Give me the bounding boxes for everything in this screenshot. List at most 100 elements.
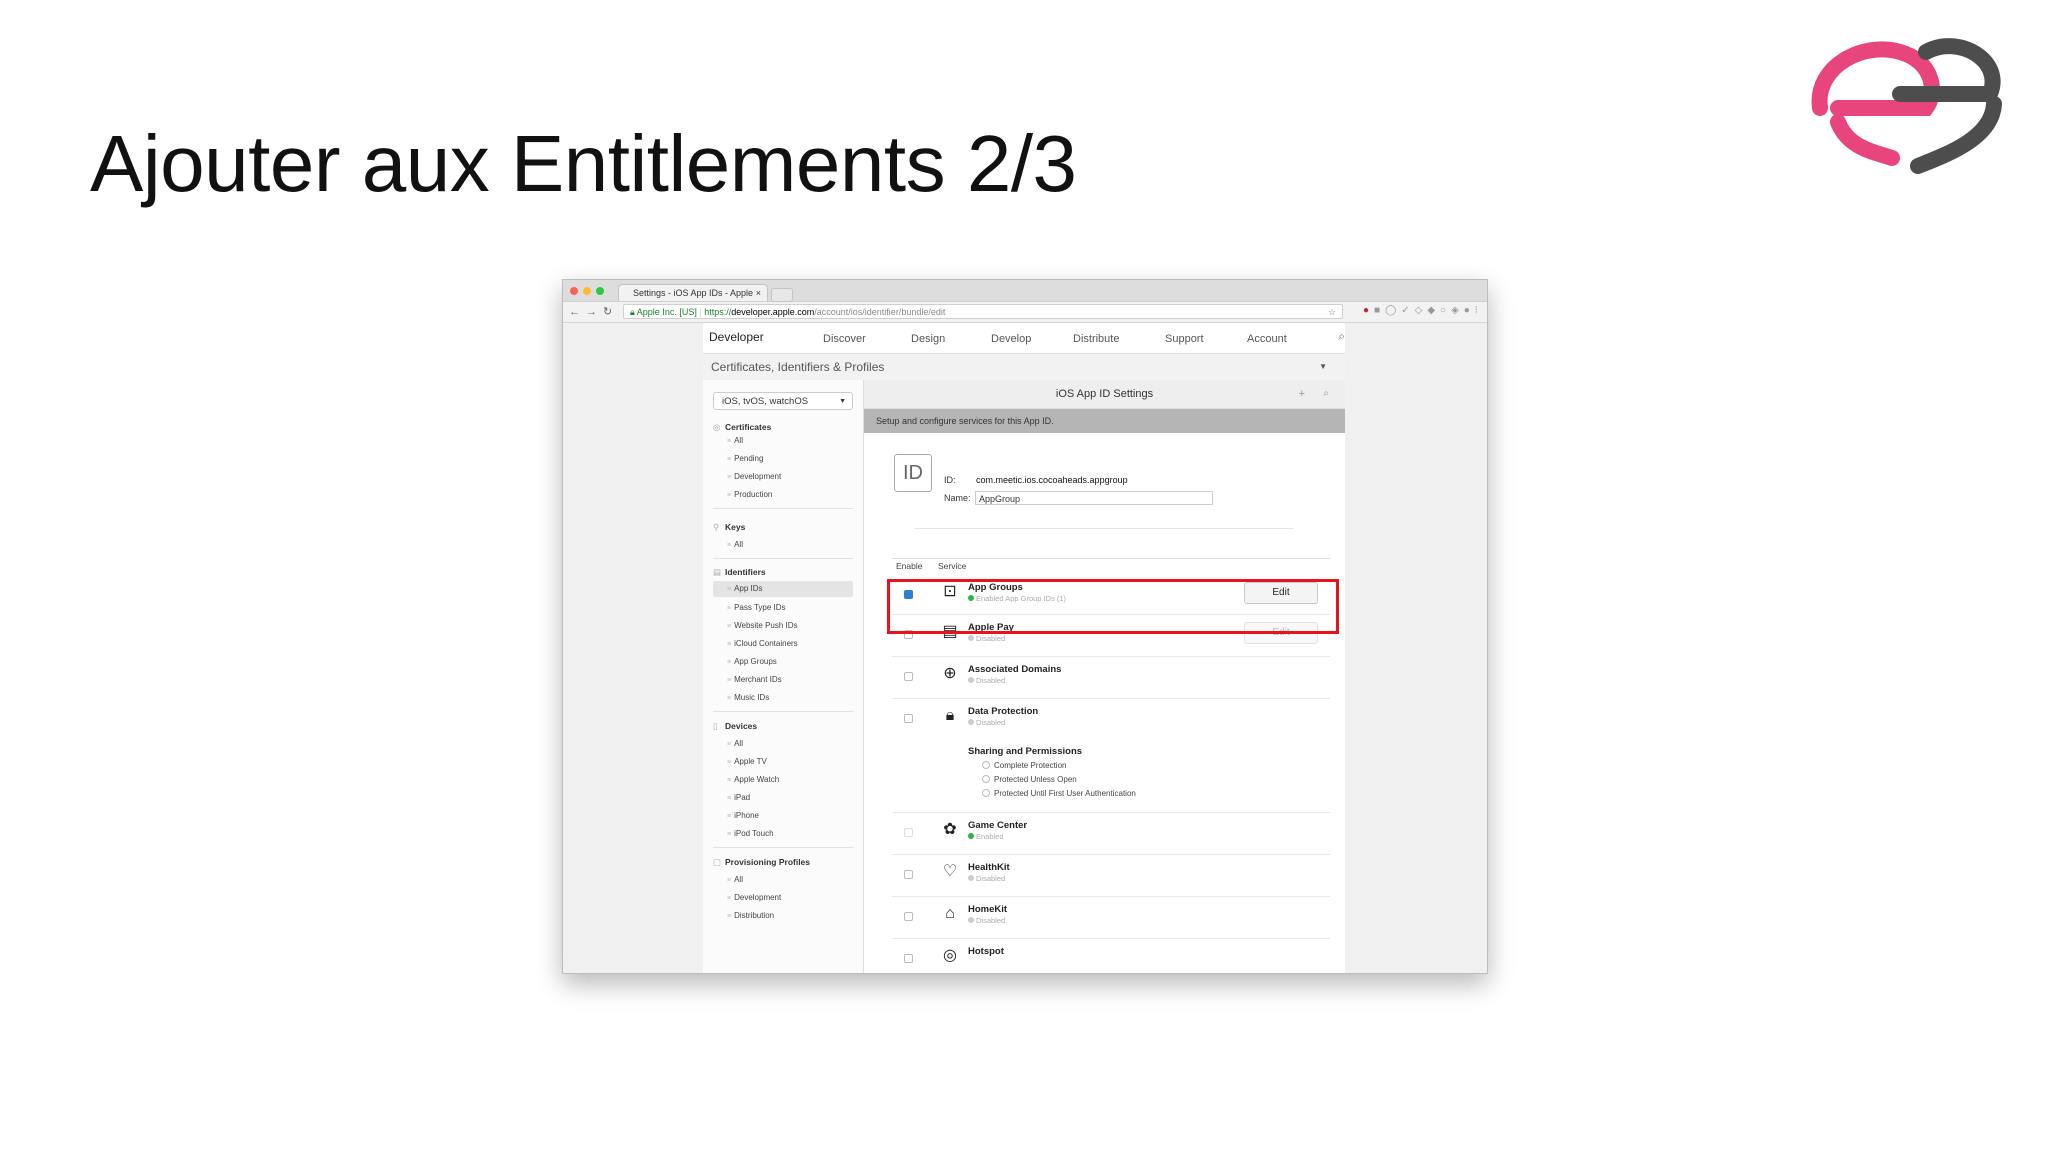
sidebar-item-production[interactable]: Production xyxy=(727,490,772,499)
game-center-icon: ✿ xyxy=(943,821,957,838)
maximize-window-button[interactable] xyxy=(596,287,604,295)
sidebar-item-keys-all[interactable]: All xyxy=(727,540,743,549)
service-name: HomeKit xyxy=(968,904,1008,915)
sidebar-divider xyxy=(713,508,853,509)
sidebar-section-devices[interactable]: ▯ Devices xyxy=(713,721,757,732)
enable-checkbox-associated-domains[interactable] xyxy=(904,672,913,681)
sidebar-item-app-groups[interactable]: App Groups xyxy=(727,657,777,666)
homekit-icon: ⌂ xyxy=(945,905,955,922)
sidebar-divider xyxy=(713,847,853,848)
platform-select[interactable]: iOS, tvOS, watchOS ▼ xyxy=(713,392,853,410)
service-name: Data Protection xyxy=(968,706,1039,717)
nav-discover[interactable]: Discover xyxy=(823,333,866,345)
enable-checkbox-data-protection[interactable] xyxy=(904,714,913,723)
add-icon[interactable]: + xyxy=(1299,380,1305,408)
nav-distribute[interactable]: Distribute xyxy=(1073,333,1119,345)
enable-checkbox-healthkit[interactable] xyxy=(904,870,913,879)
name-label: Name: xyxy=(944,493,971,503)
sidebar-item-certificates-all[interactable]: All xyxy=(727,436,743,445)
services-table-header: Enable Service xyxy=(892,558,1330,571)
sidebar-divider xyxy=(713,558,853,559)
sidebar-item-profiles-distribution[interactable]: Distribution xyxy=(727,911,774,920)
main-header: iOS App ID Settings + ⌕ xyxy=(864,380,1345,409)
status-dot-icon xyxy=(968,677,974,683)
reload-icon[interactable]: ↻ xyxy=(603,306,618,318)
back-icon[interactable]: ← xyxy=(569,306,586,318)
enable-checkbox-hotspot[interactable] xyxy=(904,954,913,963)
service-status: Disabled xyxy=(968,676,1005,685)
radio-complete-protection[interactable]: Complete Protection xyxy=(982,761,1066,770)
sidebar-section-certificates[interactable]: ◎ Certificates xyxy=(713,422,771,433)
platform-select-value: iOS, tvOS, watchOS xyxy=(722,396,809,407)
divider xyxy=(914,528,1294,529)
enable-checkbox-game-center[interactable] xyxy=(904,828,913,837)
name-input[interactable]: AppGroup xyxy=(975,491,1213,505)
url-path: /account/ios/identifier/bundle/edit xyxy=(814,307,946,317)
search-icon[interactable]: ⌕ xyxy=(1323,380,1329,408)
nav-support[interactable]: Support xyxy=(1165,333,1204,345)
profile-icon: ▢ xyxy=(713,857,722,867)
sidebar-item-development[interactable]: Development xyxy=(727,472,781,481)
sidebar-item-apple-watch[interactable]: Apple Watch xyxy=(727,775,779,784)
sidebar-item-pass-type-ids[interactable]: Pass Type IDs xyxy=(727,603,785,612)
new-tab-button[interactable] xyxy=(771,288,793,302)
status-dot-icon xyxy=(968,917,974,923)
radio-protected-until-first-auth[interactable]: Protected Until First User Authenticatio… xyxy=(982,789,1136,798)
sidebar-item-devices-all[interactable]: All xyxy=(727,739,743,748)
search-icon[interactable]: ⌕ xyxy=(1338,329,1345,344)
nav-account[interactable]: Account xyxy=(1247,333,1287,345)
globe-icon: ⊕ xyxy=(943,665,957,682)
sidebar-item-app-ids[interactable]: App IDs xyxy=(713,581,853,597)
page-content: Developer Discover Design Develop Distri… xyxy=(703,323,1345,973)
main-title: iOS App ID Settings xyxy=(1055,388,1154,400)
service-status: Enabled xyxy=(968,832,1004,841)
sidebar-item-ipod-touch[interactable]: iPod Touch xyxy=(727,829,773,838)
nav-icons: ←→↻ xyxy=(569,305,618,318)
forward-icon[interactable]: → xyxy=(586,306,603,318)
sidebar-item-apple-tv[interactable]: Apple TV xyxy=(727,757,767,766)
service-name: Game Center xyxy=(968,820,1028,831)
section-bar[interactable]: Certificates, Identifiers & Profiles ▼ xyxy=(703,353,1345,381)
chevron-down-icon[interactable]: ▼ xyxy=(1319,354,1327,380)
nav-develop[interactable]: Develop xyxy=(991,333,1031,345)
sidebar-section-keys[interactable]: ⚲ Keys xyxy=(713,522,745,533)
status-dot-icon xyxy=(968,833,974,839)
close-tab-icon[interactable]: × xyxy=(756,285,761,301)
healthkit-icon: ♡ xyxy=(942,863,958,880)
hotspot-icon: ◎ xyxy=(943,947,957,964)
service-row-associated-domains: ⊕ Associated Domains Disabled xyxy=(892,656,1330,699)
service-name: HealthKit xyxy=(968,862,1010,873)
sidebar-section-identifiers[interactable]: ▤ Identifiers xyxy=(713,567,766,578)
bookmark-star-icon[interactable]: ☆ xyxy=(1328,305,1336,318)
sidebar-item-ipad[interactable]: iPad xyxy=(727,793,750,802)
id-label: ID: xyxy=(944,475,956,485)
developer-brand[interactable]: Developer xyxy=(709,330,764,344)
sidebar-item-pending[interactable]: Pending xyxy=(727,454,763,463)
service-status: Disabled xyxy=(968,634,1005,643)
service-row-hotspot: ◎ Hotspot xyxy=(892,938,1330,973)
browser-tab[interactable]: Settings - iOS App IDs - Apple × xyxy=(618,284,768,301)
sidebar-item-profiles-development[interactable]: Development xyxy=(727,893,781,902)
service-status: Disabled xyxy=(968,874,1005,883)
logo xyxy=(1811,38,2002,174)
nav-design[interactable]: Design xyxy=(911,333,945,345)
sidebar-item-icloud-containers[interactable]: iCloud Containers xyxy=(727,639,798,648)
extension-icons[interactable]: ●■◯✓◇◆○◈●⁝ xyxy=(1363,305,1483,316)
sidebar-item-music-ids[interactable]: Music IDs xyxy=(727,693,769,702)
service-status: Disabled xyxy=(968,916,1005,925)
radio-protected-unless-open[interactable]: Protected Unless Open xyxy=(982,775,1077,784)
minimize-window-button[interactable] xyxy=(583,287,591,295)
sidebar-item-website-push-ids[interactable]: Website Push IDs xyxy=(727,621,797,630)
sidebar-section-provisioning-profiles[interactable]: ▢ Provisioning Profiles xyxy=(713,857,810,868)
top-nav: Developer Discover Design Develop Distri… xyxy=(703,323,1345,353)
service-row-game-center: ✿ Game Center Enabled xyxy=(892,812,1330,855)
close-window-button[interactable] xyxy=(570,287,578,295)
sidebar-item-profiles-all[interactable]: All xyxy=(727,875,743,884)
secure-label: Apple Inc. [US] xyxy=(636,307,697,317)
chevron-down-icon: ▼ xyxy=(839,398,846,405)
address-bar: ←→↻ 🔒︎ Apple Inc. [US] | https://develop… xyxy=(563,302,1487,323)
url-field[interactable]: 🔒︎ Apple Inc. [US] | https://developer.a… xyxy=(623,304,1343,319)
sidebar-item-iphone[interactable]: iPhone xyxy=(727,811,759,820)
sidebar-item-merchant-ids[interactable]: Merchant IDs xyxy=(727,675,782,684)
enable-checkbox-homekit[interactable] xyxy=(904,912,913,921)
